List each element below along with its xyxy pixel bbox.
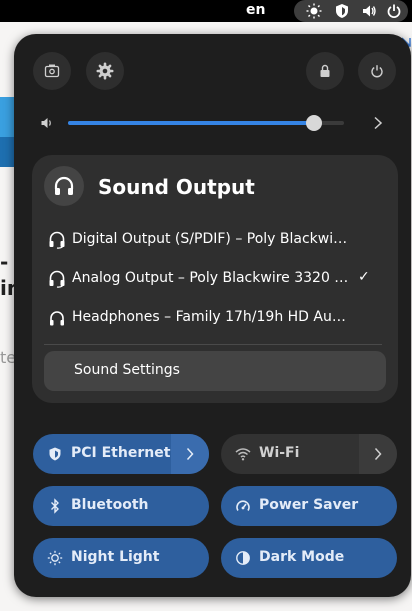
volume-slider[interactable] — [68, 115, 344, 131]
volume-row — [38, 111, 388, 135]
volume-slider-knob[interactable] — [305, 115, 322, 131]
toggle-pci-ethernet[interactable]: PCI Ethernet — [33, 434, 209, 474]
sound-settings-label: Sound Settings — [74, 362, 180, 378]
power-off-button[interactable] — [358, 52, 396, 90]
sound-settings-button[interactable]: Sound Settings — [44, 351, 386, 391]
headphones-icon — [54, 176, 74, 195]
volume-slider-fill — [68, 121, 314, 125]
toggle-label: Night Light — [71, 549, 160, 565]
sound-output-header-icon — [44, 166, 84, 206]
toggle-dark-mode[interactable]: Dark Mode — [221, 538, 397, 578]
sound-output-submenu: Sound Output Digital Output (S/PDIF) – P… — [32, 155, 398, 403]
ethernet-icon — [49, 447, 61, 461]
headphones-icon — [50, 311, 64, 326]
toggle-label: Power Saver — [259, 497, 359, 513]
lock-button[interactable] — [306, 52, 344, 90]
speaker-icon[interactable] — [40, 116, 54, 130]
power-icon — [387, 4, 401, 18]
toggle-label: Dark Mode — [259, 549, 345, 565]
dark-mode-icon — [236, 551, 250, 565]
toggle-night-light[interactable]: Night Light — [33, 538, 209, 578]
toggle-power-saver[interactable]: Power Saver — [221, 486, 397, 526]
background-banner-dark — [0, 137, 14, 167]
lock-icon — [320, 64, 330, 77]
sound-device-item-selected[interactable]: Analog Output – Poly Blackwire 3320 Seri… — [32, 261, 398, 297]
chevron-right-icon[interactable] — [372, 116, 384, 130]
settings-icon — [96, 62, 114, 80]
language-indicator[interactable]: en — [246, 2, 265, 18]
wifi-icon — [235, 448, 251, 461]
wifi-menu-arrow[interactable] — [359, 434, 397, 474]
shield-icon — [336, 4, 348, 18]
toggle-label: Wi-Fi — [259, 445, 300, 461]
separator — [44, 344, 382, 345]
screenshot-button[interactable] — [33, 52, 71, 90]
toggle-label: Bluetooth — [71, 497, 149, 513]
sound-device-item[interactable]: Digital Output (S/PDIF) – Poly Blackwire… — [32, 222, 398, 258]
bluetooth-icon — [51, 498, 59, 514]
ethernet-menu-arrow[interactable] — [171, 434, 209, 474]
checkmark-icon: ✓ — [358, 269, 370, 285]
chevron-right-icon — [186, 447, 194, 461]
volume-icon — [363, 5, 376, 17]
power-saver-icon — [236, 500, 250, 511]
brightness-icon — [306, 3, 322, 19]
quick-settings-menu: Sound Output Digital Output (S/PDIF) – P… — [14, 34, 411, 597]
headset-icon — [49, 231, 65, 249]
toggle-bluetooth[interactable]: Bluetooth — [33, 486, 209, 526]
power-icon — [371, 65, 383, 78]
toggle-wifi[interactable]: Wi-Fi — [221, 434, 397, 474]
settings-button[interactable] — [86, 52, 124, 90]
screenshot-icon — [44, 64, 60, 78]
system-status-area[interactable] — [294, 0, 408, 22]
night-light-icon — [47, 550, 63, 566]
chevron-right-icon — [374, 447, 382, 461]
sound-device-label: Analog Output – Poly Blackwire 3320 Seri… — [72, 270, 352, 286]
sound-device-label: Headphones – Family 17h/19h HD Audio Con… — [72, 309, 352, 325]
headset-icon — [49, 270, 65, 288]
sound-device-item[interactable]: Headphones – Family 17h/19h HD Audio Con… — [32, 300, 398, 336]
toggle-label: PCI Ethernet — [71, 445, 171, 461]
sound-device-label: Digital Output (S/PDIF) – Poly Blackwire… — [72, 231, 352, 247]
sound-output-title: Sound Output — [98, 175, 255, 199]
top-bar: en — [0, 0, 412, 22]
